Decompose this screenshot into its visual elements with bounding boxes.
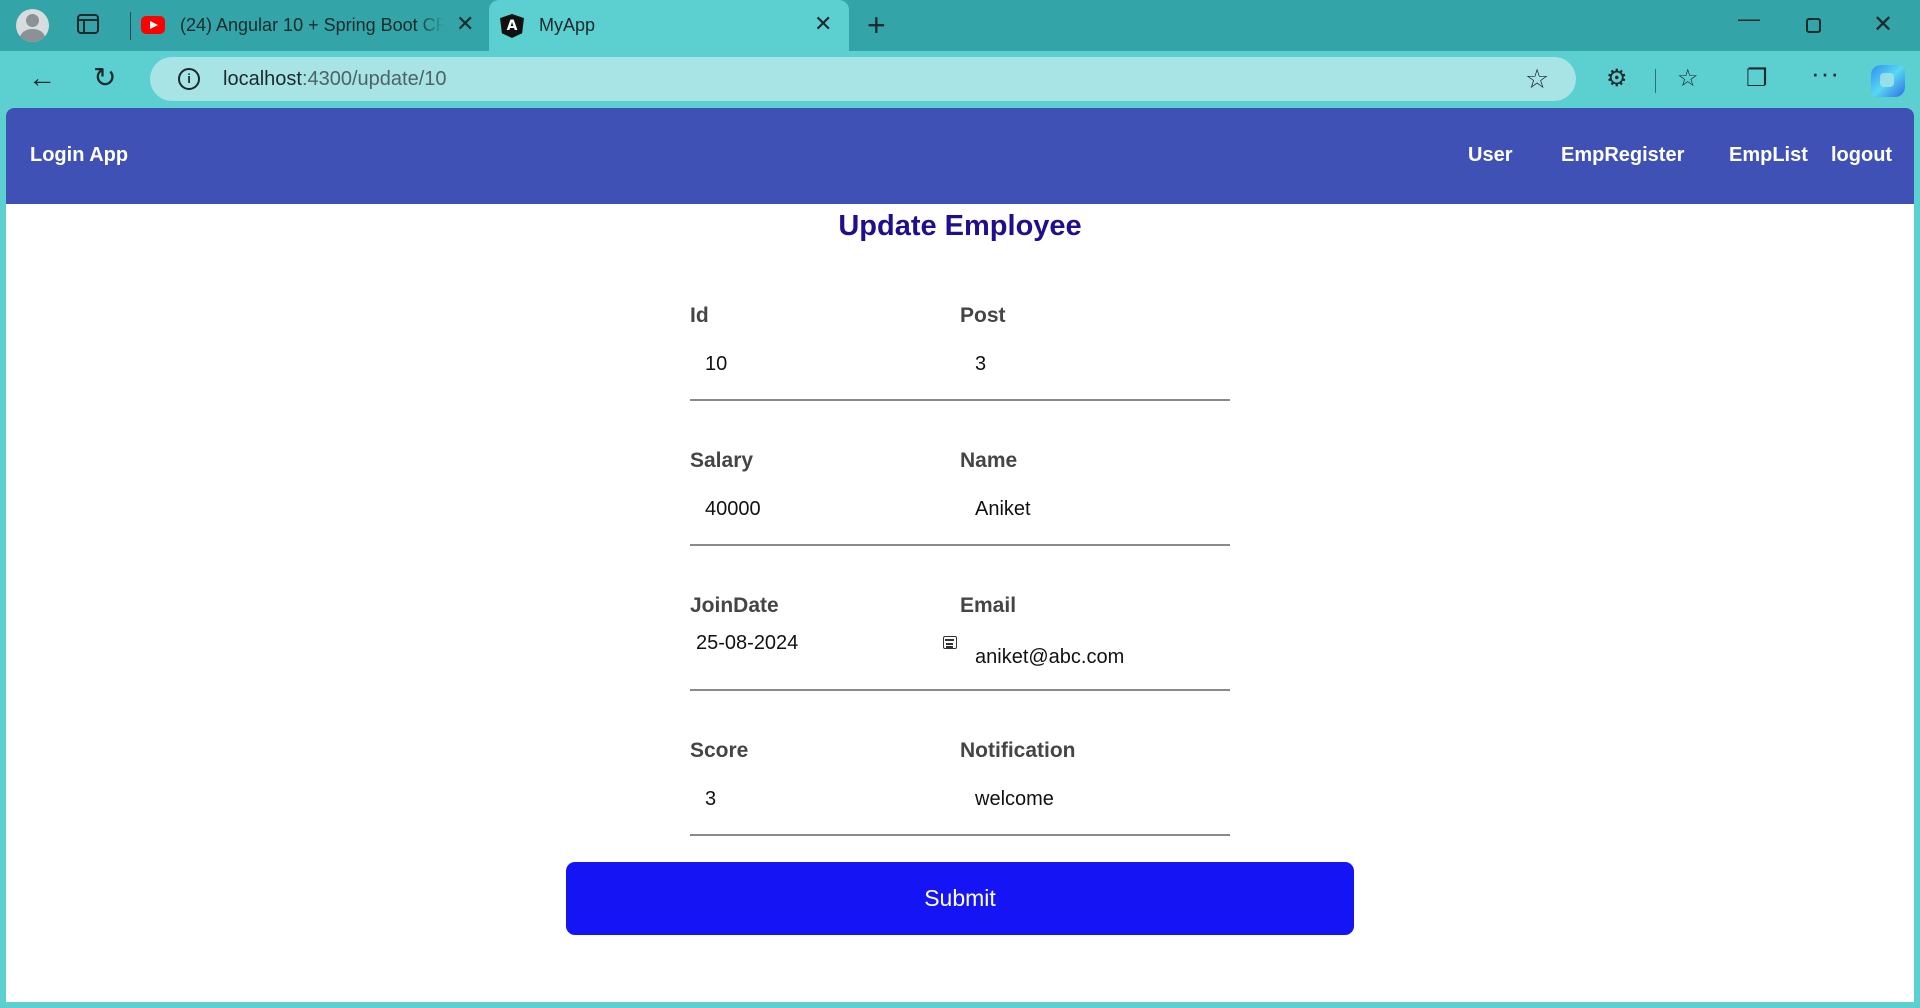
field-joindate: JoinDate 25-08-2024 [690, 594, 960, 654]
site-info-icon[interactable]: i [178, 68, 200, 90]
field-label: Salary [690, 449, 754, 472]
collections-icon[interactable]: ❐ [1746, 64, 1768, 94]
field-label: Score [690, 739, 749, 762]
browser-tabstrip: (24) Angular 10 + Spring Boot CRUD ✕ A M… [0, 0, 1920, 51]
close-icon[interactable]: ✕ [814, 12, 832, 36]
restore-icon[interactable] [1806, 18, 1821, 33]
name-input[interactable] [975, 494, 1215, 524]
divider [690, 689, 1230, 691]
field-name: Name [960, 449, 1230, 524]
window-close-icon[interactable]: ✕ [1873, 12, 1893, 38]
notification-input[interactable] [975, 784, 1215, 814]
divider [690, 544, 1230, 546]
tab-separator [130, 12, 131, 40]
post-input[interactable] [975, 349, 1215, 379]
extensions-icon[interactable]: ⚙ [1606, 64, 1628, 94]
form-row: Salary Name [690, 449, 1230, 594]
app-navbar: Login App User EmpRegister EmpList logou… [6, 108, 1914, 204]
youtube-icon [141, 16, 165, 34]
update-employee-form: Id Post Salary Name JoinDate 25- [690, 304, 1230, 884]
field-label: Name [960, 449, 1018, 472]
page-viewport: Login App User EmpRegister EmpList logou… [6, 108, 1914, 1002]
back-arrow-icon[interactable]: ← [28, 63, 56, 93]
nav-link-empregister[interactable]: EmpRegister [1561, 144, 1684, 167]
favorites-icon[interactable]: ☆ [1677, 64, 1699, 94]
field-label: Id [690, 304, 709, 327]
minimize-icon[interactable]: — [1738, 6, 1760, 32]
field-score: Score [690, 739, 960, 814]
form-row: Id Post [690, 304, 1230, 449]
nav-link-logout[interactable]: logout [1831, 144, 1892, 167]
more-menu-icon[interactable]: ··· [1811, 58, 1840, 88]
field-notification: Notification [960, 739, 1230, 814]
divider [690, 834, 1230, 836]
field-id: Id [690, 304, 960, 379]
toolbar-separator [1655, 69, 1656, 93]
app-brand[interactable]: Login App [30, 144, 128, 167]
form-row: JoinDate 25-08-2024 Email [690, 594, 1230, 739]
page-title: Update Employee [838, 210, 1082, 242]
new-tab-icon[interactable]: + [867, 9, 886, 41]
submit-button[interactable]: Submit [566, 862, 1354, 935]
salary-input[interactable] [705, 494, 945, 524]
tab-title: MyApp [539, 15, 596, 35]
score-input[interactable] [705, 784, 945, 814]
profile-avatar[interactable] [16, 9, 49, 42]
browser-tab-myapp[interactable]: A MyApp ✕ [489, 0, 849, 51]
field-salary: Salary [690, 449, 960, 524]
id-input[interactable] [705, 349, 945, 379]
angular-icon: A [500, 14, 524, 38]
url-text[interactable]: localhost:4300/update/10 [223, 68, 447, 91]
field-post: Post [960, 304, 1230, 379]
nav-link-user[interactable]: User [1468, 144, 1512, 167]
browser-tab-youtube[interactable]: (24) Angular 10 + Spring Boot CRUD ✕ [135, 0, 485, 51]
field-label: Notification [960, 739, 1076, 762]
copilot-icon[interactable] [1871, 65, 1905, 97]
browser-toolbar: ← ↻ i localhost:4300/update/10 ☆ ⚙ ☆ ❐ ·… [0, 51, 1920, 108]
close-icon[interactable]: ✕ [456, 12, 474, 36]
field-label: Post [960, 304, 1006, 327]
address-bar[interactable]: i localhost:4300/update/10 ☆ [150, 57, 1576, 101]
favorite-star-icon[interactable]: ☆ [1525, 64, 1549, 95]
nav-link-emplist[interactable]: EmpList [1729, 144, 1808, 167]
tab-title: (24) Angular 10 + Spring Boot CRUD [180, 15, 445, 36]
reload-icon[interactable]: ↻ [93, 63, 116, 93]
email-input[interactable] [975, 642, 1215, 672]
calendar-icon[interactable] [943, 636, 957, 649]
field-label: Email [960, 594, 1017, 617]
tab-actions-icon[interactable] [77, 14, 99, 34]
field-label: JoinDate [690, 594, 779, 617]
joindate-input[interactable]: 25-08-2024 [696, 632, 798, 655]
field-email: Email [960, 594, 1230, 672]
divider [690, 399, 1230, 401]
